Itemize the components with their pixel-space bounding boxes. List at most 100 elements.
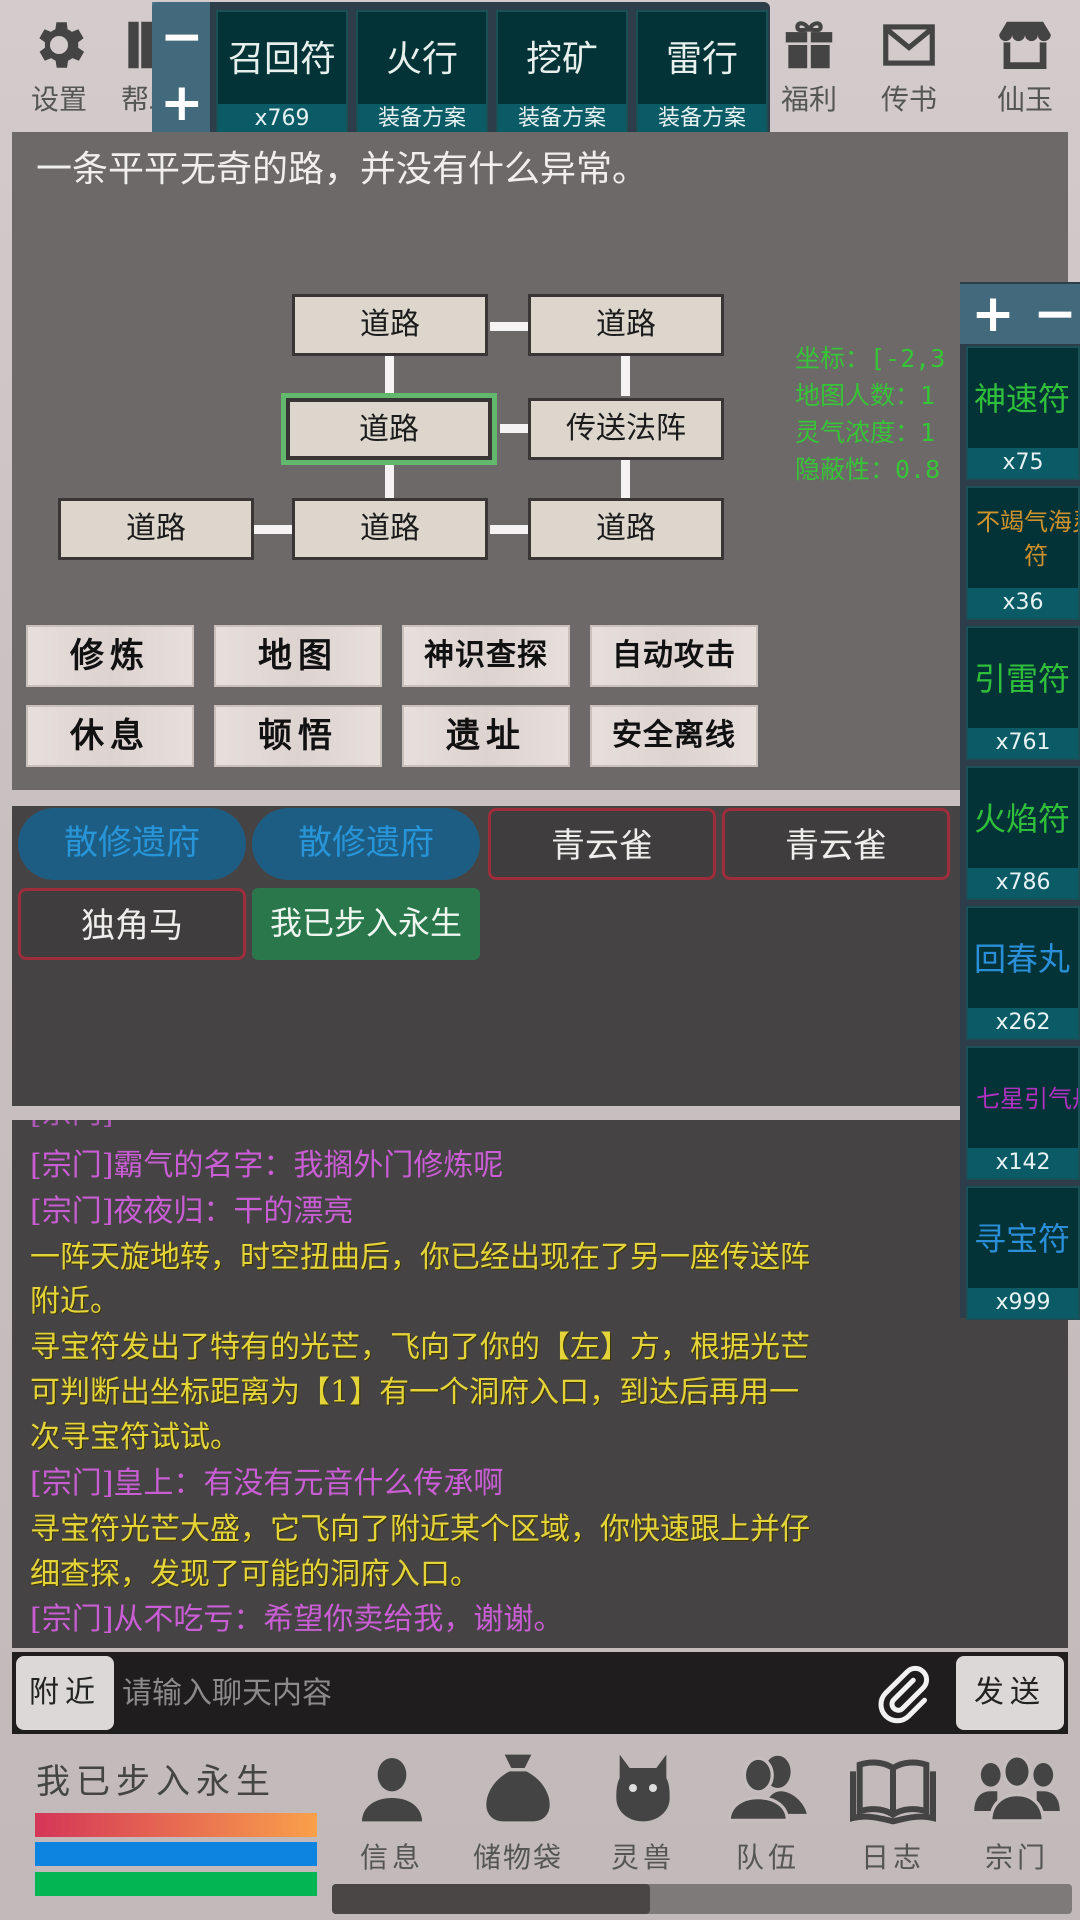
- rest-button[interactable]: 休息: [26, 705, 194, 767]
- map-node-road[interactable]: 道路: [292, 294, 488, 356]
- shop-button[interactable]: 仙玉: [980, 14, 1070, 118]
- settings-button[interactable]: 设置: [14, 14, 104, 118]
- nav-team[interactable]: 队伍: [713, 1748, 823, 1876]
- zoom-out-button[interactable]: −: [160, 11, 204, 63]
- location-info: 坐标：[-2,3 地图人数：1 灵气浓度：1 隐蔽性：0.8: [795, 340, 945, 488]
- nav-info-label: 信息: [359, 1841, 424, 1874]
- chat-message: [宗门]从不吃亏：希望你卖给我，谢谢。: [30, 1602, 564, 1637]
- quickslot-name: 神速符: [974, 380, 1071, 418]
- mana-bar-fill: [35, 1842, 317, 1866]
- chat-input-bar: 附近 发送: [12, 1652, 1068, 1734]
- right-quickslot-4[interactable]: 火焰符 x786: [966, 766, 1080, 900]
- chat-message: 次寻宝符试试。: [30, 1420, 240, 1455]
- coords-readout: 坐标：[-2,3: [795, 344, 946, 373]
- auto-attack-button[interactable]: 自动攻击: [590, 625, 758, 687]
- chat-input[interactable]: [122, 1658, 882, 1728]
- ruins-button[interactable]: 遗址: [402, 705, 570, 767]
- chat-message: [宗门]··········: [30, 1120, 209, 1134]
- map-node-teleport-array[interactable]: 传送法阵: [528, 398, 724, 460]
- quickslot-name: 雷行: [665, 39, 738, 80]
- quickslot-name: 挖矿: [525, 39, 598, 80]
- right-quickslot-6[interactable]: 七星引气丹 x142: [966, 1046, 1080, 1180]
- chat-message: [宗门]霸气的名字：我搁外门修炼呢: [30, 1148, 504, 1183]
- right-quickslot-3[interactable]: 引雷符 x761: [966, 626, 1080, 760]
- gear-icon: [14, 14, 104, 76]
- map-connector: [490, 322, 528, 331]
- top-quickslot-2[interactable]: 火行 装备方案: [356, 10, 488, 136]
- nav-log-label: 日志: [860, 1841, 925, 1874]
- chat-message: 可判断出坐标距离为【1】有一个洞府入口，到达后再用一: [30, 1375, 800, 1410]
- entity-chip-cave[interactable]: 散修遗府: [18, 808, 246, 880]
- quickslot-name: 火焰符: [974, 800, 1071, 838]
- nav-log[interactable]: 日志: [838, 1748, 948, 1876]
- chat-message: [宗门]皇上：有没有元音什么传承啊: [30, 1466, 504, 1501]
- map-connector: [385, 354, 394, 396]
- nav-sect[interactable]: 宗门: [962, 1748, 1072, 1876]
- nav-spirit-beast-label: 灵兽: [610, 1841, 675, 1874]
- quickslot-count: x262: [968, 1008, 1078, 1038]
- entity-chip-monster[interactable]: 青云雀: [488, 808, 716, 880]
- map-node-road[interactable]: 道路: [528, 498, 724, 560]
- chat-message: 一阵天旋地转，时空扭曲后，你已经出现在了另一座传送阵: [30, 1240, 810, 1275]
- nav-info[interactable]: 信息: [337, 1748, 447, 1876]
- chat-message: 附近。: [30, 1284, 120, 1319]
- concealment-readout: 隐蔽性：0.8: [795, 455, 941, 484]
- quickslot-name: 寻宝符: [974, 1220, 1071, 1258]
- entity-chip-player[interactable]: 我已步入永生: [252, 888, 480, 960]
- nav-spirit-beast[interactable]: 灵兽: [588, 1748, 698, 1876]
- entity-chip-monster[interactable]: 独角马: [18, 888, 246, 960]
- entity-chip-cave[interactable]: 散修遗府: [252, 808, 480, 880]
- team-icon: [713, 1748, 823, 1828]
- right-quickslot-5[interactable]: 回春丸 x262: [966, 906, 1080, 1040]
- map-connector: [254, 525, 292, 534]
- spirit-probe-button[interactable]: 神识查探: [402, 625, 570, 687]
- zoom-in-button[interactable]: +: [160, 77, 204, 129]
- quickslot-sub: 装备方案: [638, 104, 766, 134]
- quickslot-count: x761: [968, 728, 1078, 758]
- top-quickslot-4[interactable]: 雷行 装备方案: [636, 10, 768, 136]
- top-quickslot-1[interactable]: 召回符 x769: [216, 10, 348, 136]
- cultivate-button[interactable]: 修炼: [26, 625, 194, 687]
- stamina-bar: [35, 1872, 317, 1896]
- health-bar: [35, 1813, 317, 1837]
- quickslot-count: x999: [968, 1288, 1078, 1318]
- welfare-label: 福利: [780, 83, 837, 116]
- shop-icon: [980, 14, 1070, 76]
- chat-message: [宗门]夜夜归：干的漂亮: [30, 1194, 354, 1229]
- top-quickslot-3[interactable]: 挖矿 装备方案: [496, 10, 628, 136]
- envelope-icon: [864, 14, 954, 76]
- mail-button[interactable]: 传书: [864, 14, 954, 118]
- quickslot-name: 引雷符: [974, 660, 1071, 698]
- map-node-road[interactable]: 道路: [528, 294, 724, 356]
- entity-chip-monster[interactable]: 青云雀: [722, 808, 950, 880]
- zoom-out-button[interactable]: −: [1030, 288, 1080, 340]
- chat-log[interactable]: [宗门]·········· [宗门]霸气的名字：我搁外门修炼呢 [宗门]夜夜归…: [12, 1120, 1068, 1648]
- welfare-button[interactable]: 福利: [764, 14, 854, 118]
- zoom-in-button[interactable]: +: [968, 288, 1018, 340]
- sect-icon: [962, 1748, 1072, 1828]
- bag-icon: [463, 1748, 573, 1828]
- nav-scrollbar-thumb[interactable]: [332, 1884, 651, 1914]
- quickslot-count: x142: [968, 1148, 1078, 1178]
- chat-channel-button[interactable]: 附近: [16, 1656, 114, 1730]
- map-connector: [621, 460, 630, 498]
- nav-scrollbar[interactable]: [332, 1884, 1072, 1914]
- safe-offline-button[interactable]: 安全离线: [590, 705, 758, 767]
- right-quickslot-zoom: + −: [960, 284, 1080, 344]
- send-button[interactable]: 发送: [956, 1656, 1064, 1730]
- map-node-road[interactable]: 道路: [292, 498, 488, 560]
- right-quickslot-2[interactable]: 不竭气海灵符 x36: [966, 486, 1080, 620]
- location-description: 一条平平无奇的路，并没有什么异常。: [36, 149, 649, 190]
- quickslot-name: 七星引气丹: [976, 1085, 1078, 1113]
- enlightenment-button[interactable]: 顿悟: [214, 705, 382, 767]
- right-quickslot-7[interactable]: 寻宝符 x999: [966, 1186, 1080, 1320]
- nav-storage-bag[interactable]: 储物袋: [463, 1748, 573, 1876]
- map-node-current[interactable]: 道路: [286, 398, 492, 460]
- mana-bar: [35, 1842, 317, 1866]
- map-button[interactable]: 地图: [214, 625, 382, 687]
- right-quickslot-1[interactable]: 神速符 x75: [966, 346, 1080, 480]
- nav-sect-label: 宗门: [984, 1841, 1049, 1874]
- map-node-road[interactable]: 道路: [58, 498, 254, 560]
- settings-label: 设置: [30, 83, 87, 116]
- paperclip-icon[interactable]: [870, 1664, 934, 1728]
